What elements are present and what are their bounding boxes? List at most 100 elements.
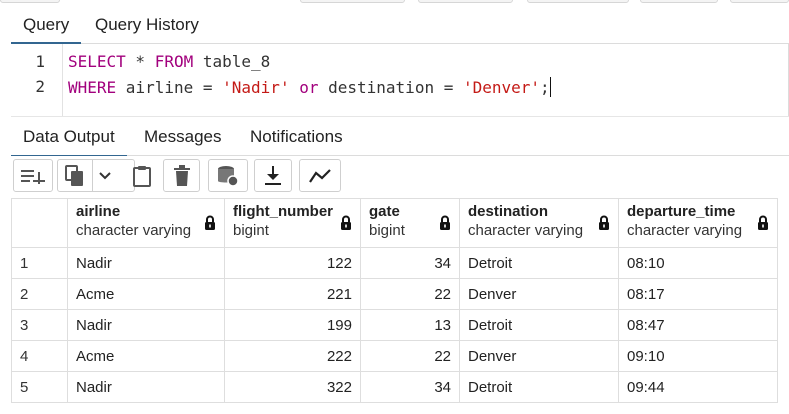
lock-icon xyxy=(440,215,450,230)
lock-icon xyxy=(205,215,215,230)
column-name: flight_number xyxy=(233,203,333,220)
column-header-departure-time[interactable]: departure_time character varying xyxy=(618,198,778,248)
output-tabs: Data Output Messages Notifications xyxy=(11,116,789,157)
column-name: airline xyxy=(76,203,121,220)
column-type: bigint xyxy=(233,222,269,239)
row-number[interactable]: 5 xyxy=(11,371,68,403)
column-header-destination[interactable]: destination character varying xyxy=(459,198,619,248)
column-type: character varying xyxy=(76,222,192,239)
sql-string: 'Denver' xyxy=(462,78,541,97)
top-toolbar-button[interactable] xyxy=(640,0,718,3)
lock-icon xyxy=(599,215,609,230)
save-data-button[interactable] xyxy=(208,159,248,192)
line-number: 1 xyxy=(35,52,45,71)
sql-string: 'Nadir' xyxy=(222,78,290,97)
chevron-down-icon xyxy=(98,171,111,179)
cell-flight-number[interactable]: 199 xyxy=(224,309,361,341)
cell-gate[interactable]: 22 xyxy=(360,340,460,372)
line-number-gutter: 1 2 xyxy=(11,44,63,116)
column-header-flight-number[interactable]: flight_number bigint xyxy=(224,198,361,248)
top-toolbar-button[interactable] xyxy=(730,0,789,3)
column-header-airline[interactable]: airline character varying xyxy=(67,198,225,248)
cell-gate[interactable]: 13 xyxy=(360,309,460,341)
copy-button[interactable] xyxy=(58,160,92,191)
cell-gate[interactable]: 22 xyxy=(360,278,460,310)
top-toolbar-button[interactable] xyxy=(527,0,629,3)
cell-departure-time[interactable]: 08:17 xyxy=(618,278,778,310)
cell-airline[interactable]: Acme xyxy=(67,340,225,372)
table-row[interactable]: 4 Acme 222 22 Denver 09:10 xyxy=(11,340,778,372)
copy-options-dropdown[interactable] xyxy=(92,160,116,191)
sql-text: airline = xyxy=(116,78,223,97)
column-name: departure_time xyxy=(627,203,736,220)
tab-query[interactable]: Query xyxy=(11,14,82,44)
cell-destination[interactable]: Detroit xyxy=(459,247,619,279)
cell-destination[interactable]: Detroit xyxy=(459,371,619,403)
cell-airline[interactable]: Acme xyxy=(67,278,225,310)
line-number: 2 xyxy=(35,77,45,96)
top-toolbar-button[interactable] xyxy=(418,0,513,3)
graph-icon xyxy=(309,168,331,183)
cell-departure-time[interactable]: 09:44 xyxy=(618,371,778,403)
paste-button[interactable] xyxy=(127,159,157,192)
cell-airline[interactable]: Nadir xyxy=(67,247,225,279)
sql-keyword: FROM xyxy=(154,52,194,71)
graph-visualiser-button[interactable] xyxy=(299,159,341,192)
column-name: destination xyxy=(468,203,549,220)
tab-messages[interactable]: Messages xyxy=(132,126,233,157)
top-toolbar-button[interactable] xyxy=(300,0,405,3)
row-number[interactable]: 1 xyxy=(11,247,68,279)
column-header-gate[interactable]: gate bigint xyxy=(360,198,460,248)
copy-icon xyxy=(65,164,83,186)
data-output-toolbar xyxy=(11,156,789,198)
tab-query-history[interactable]: Query History xyxy=(83,14,211,44)
code-line[interactable]: WHERE airline = 'Nadir' or destination =… xyxy=(68,77,551,97)
cell-flight-number[interactable]: 322 xyxy=(224,371,361,403)
top-toolbar-button[interactable] xyxy=(0,0,60,3)
cell-airline[interactable]: Nadir xyxy=(67,371,225,403)
cell-destination[interactable]: Denver xyxy=(459,278,619,310)
cell-departure-time[interactable]: 08:10 xyxy=(618,247,778,279)
row-number[interactable]: 2 xyxy=(11,278,68,310)
sql-keyword: or xyxy=(299,78,319,97)
cell-departure-time[interactable]: 09:10 xyxy=(618,340,778,372)
result-table: airline character varying flight_number … xyxy=(11,198,778,403)
tab-data-output[interactable]: Data Output xyxy=(11,126,127,157)
cell-gate[interactable]: 34 xyxy=(360,371,460,403)
row-number-header[interactable] xyxy=(11,198,68,248)
copy-button-group xyxy=(57,159,135,192)
column-type: character varying xyxy=(627,222,743,239)
add-row-button[interactable] xyxy=(13,159,53,192)
table-row[interactable]: 2 Acme 221 22 Denver 08:17 xyxy=(11,278,778,310)
cell-gate[interactable]: 34 xyxy=(360,247,460,279)
column-type: character varying xyxy=(468,222,584,239)
table-header-row: airline character varying flight_number … xyxy=(11,198,778,248)
cell-departure-time[interactable]: 08:47 xyxy=(618,309,778,341)
row-number[interactable]: 3 xyxy=(11,309,68,341)
table-row[interactable]: 3 Nadir 199 13 Detroit 08:47 xyxy=(11,309,778,341)
tab-notifications[interactable]: Notifications xyxy=(238,126,355,157)
sql-editor[interactable]: 1 2 SELECT * FROM table_8 WHERE airline … xyxy=(11,44,789,116)
delete-icon xyxy=(173,164,190,186)
lock-icon xyxy=(758,215,768,230)
query-tabs: Query Query History xyxy=(11,6,789,44)
sql-text: destination = xyxy=(318,78,463,97)
table-row[interactable]: 5 Nadir 322 34 Detroit 09:44 xyxy=(11,371,778,403)
cell-destination[interactable]: Denver xyxy=(459,340,619,372)
cell-flight-number[interactable]: 122 xyxy=(224,247,361,279)
sql-text: * xyxy=(125,52,155,71)
download-icon xyxy=(265,165,281,185)
add-row-icon xyxy=(21,169,45,184)
table-row[interactable]: 1 Nadir 122 34 Detroit 08:10 xyxy=(11,247,778,279)
cell-destination[interactable]: Detroit xyxy=(459,309,619,341)
row-number[interactable]: 4 xyxy=(11,340,68,372)
data-output-grid: airline character varying flight_number … xyxy=(11,198,778,414)
cell-airline[interactable]: Nadir xyxy=(67,309,225,341)
cell-flight-number[interactable]: 222 xyxy=(224,340,361,372)
paste-icon xyxy=(133,165,151,187)
cell-flight-number[interactable]: 221 xyxy=(224,278,361,310)
delete-row-button[interactable] xyxy=(163,159,200,192)
download-button[interactable] xyxy=(254,159,292,192)
code-line[interactable]: SELECT * FROM table_8 xyxy=(68,52,270,71)
